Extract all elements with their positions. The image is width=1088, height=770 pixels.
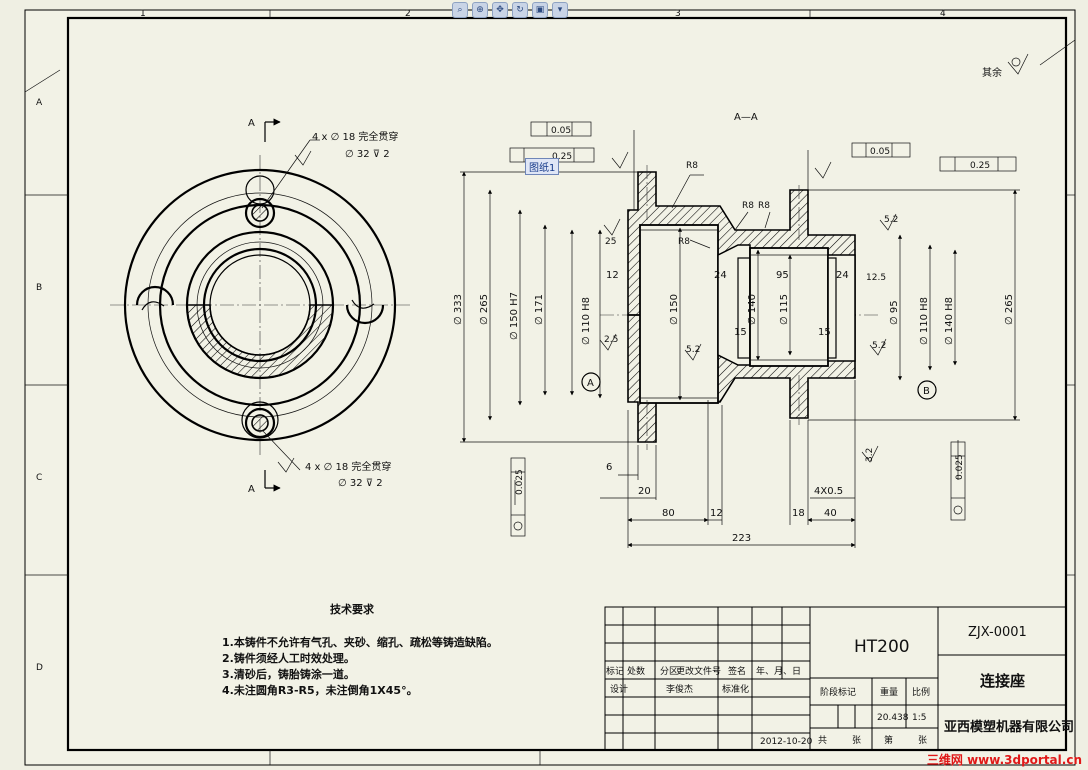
datum-b: B xyxy=(923,386,930,397)
hole-note-top-sub: ∅ 32 ⊽ 2 xyxy=(345,149,390,160)
zone-number-3: 3 xyxy=(675,9,681,19)
hole-note-bottom-sub: ∅ 32 ⊽ 2 xyxy=(338,478,383,489)
arrow-icon[interactable]: ▾ xyxy=(552,2,568,18)
part-name: 连接座 xyxy=(980,672,1025,690)
radius-4: R8 xyxy=(678,237,690,247)
section-label: A—A xyxy=(734,112,758,123)
zone-number-2: 2 xyxy=(405,9,411,19)
dia-150-h7: ∅ 150 H7 xyxy=(509,292,520,340)
dia-150: ∅ 150 xyxy=(669,294,680,325)
inner-dim-15-b: 15 xyxy=(818,327,831,338)
dia-265: ∅ 265 xyxy=(479,294,490,325)
radius-2: R8 xyxy=(742,201,754,211)
drawing-tag[interactable]: 图纸1 xyxy=(525,158,560,175)
zoom-area-icon[interactable]: ⊕ xyxy=(472,2,488,18)
rotate-icon[interactable]: ↻ xyxy=(512,2,528,18)
view-icon[interactable]: ▣ xyxy=(532,2,548,18)
inner-dim-24-b: 24 xyxy=(836,270,849,281)
sheet-no-unit: 张 xyxy=(918,735,927,746)
hole-note-top: 4 x ∅ 18 完全贯穿 xyxy=(312,130,398,143)
gdt-value-6: 0.025 xyxy=(955,454,965,480)
scale-value: 1:5 xyxy=(912,713,926,723)
gdt-value-5: 0.025 xyxy=(515,469,525,495)
zone-letter-a: A xyxy=(36,98,43,108)
drawing-date: 2012-10-20 xyxy=(760,737,813,747)
bottom-dim-6: 6 xyxy=(606,462,612,473)
zone-number-4: 4 xyxy=(940,9,946,19)
inner-dim-24-a: 24 xyxy=(714,270,727,281)
col-header-doc: 更改文件号 xyxy=(676,665,721,677)
dia-333: ∅ 333 xyxy=(453,294,464,325)
roughness-4: 12.5 xyxy=(866,273,886,283)
designer-name: 李俊杰 xyxy=(666,683,693,695)
col-header-count: 处数 xyxy=(627,665,645,677)
view-toolbar: ⌕ ⊕ ✥ ↻ ▣ ▾ xyxy=(452,2,568,18)
zone-letter-c: C xyxy=(36,473,42,483)
section-mark-top: A xyxy=(248,118,255,129)
dia-265-right: ∅ 265 xyxy=(1004,294,1015,325)
datum-a: A xyxy=(587,378,594,389)
radius-1: R8 xyxy=(686,161,698,171)
tech-item-1: 1.本铸件不允许有气孔、夹砂、缩孔、疏松等铸造缺陷。 xyxy=(222,635,498,649)
sheet-total-label: 共 xyxy=(818,735,827,746)
radius-3: R8 xyxy=(758,201,770,211)
col-header-mark: 标记 xyxy=(606,665,624,677)
weight-label: 重量 xyxy=(880,686,898,698)
drawing-code: ZJX-0001 xyxy=(968,625,1027,640)
col-header-sign: 签名 xyxy=(728,665,746,677)
tech-title: 技术要求 xyxy=(330,602,375,616)
dia-140: ∅ 140 xyxy=(747,294,758,325)
bottom-dim-18: 18 xyxy=(792,508,805,519)
weight-value: 20.438 xyxy=(877,713,909,723)
bottom-dim-223: 223 xyxy=(732,533,751,544)
zoom-fit-icon[interactable]: ⌕ xyxy=(452,2,468,18)
standard-label: 标准化 xyxy=(722,683,749,695)
designer-label: 设计 xyxy=(610,683,628,695)
tech-item-2: 2.铸件须经人工时效处理。 xyxy=(222,651,355,665)
bottom-dim-80: 80 xyxy=(662,508,675,519)
dia-95: ∅ 95 xyxy=(889,300,900,325)
roughness-3: 5.2 xyxy=(884,215,898,225)
dia-110-h8-right: ∅ 110 H8 xyxy=(919,297,930,345)
inner-dim-15-a: 15 xyxy=(734,327,747,338)
inner-dim-12: 12 xyxy=(606,270,619,281)
pan-icon[interactable]: ✥ xyxy=(492,2,508,18)
dia-115: ∅ 115 xyxy=(779,294,790,325)
section-mark-bottom: A xyxy=(248,484,255,495)
watermark: 三维网 www.3dportal.cn xyxy=(926,753,1082,767)
roughness-7: 3.2 xyxy=(865,448,875,462)
scale-label: 比例 xyxy=(912,686,930,698)
tech-item-4: 4.未注圆角R3-R5，未注倒角1X45°。 xyxy=(222,683,418,697)
bottom-dim-40: 40 xyxy=(824,508,837,519)
zone-letter-d: D xyxy=(36,663,43,673)
drawing-canvas: A B C D 1 2 3 4 A A 4 x ∅ 18 完全贯穿 ∅ 32 ⊽… xyxy=(0,0,1088,770)
dia-110-h8: ∅ 110 H8 xyxy=(581,297,592,345)
bottom-dim-chamfer: 4X0.5 xyxy=(814,486,843,497)
roughness-5: 5.2 xyxy=(872,341,886,351)
hole-note-bottom: 4 x ∅ 18 完全贯穿 xyxy=(305,460,391,473)
roughness-2: 2.5 xyxy=(604,335,618,345)
engineering-drawing: A B C D 1 2 3 4 A A 4 x ∅ 18 完全贯穿 ∅ 32 ⊽… xyxy=(24,9,1076,766)
sheet-no-label: 第 xyxy=(884,734,893,746)
tech-item-3: 3.清砂后，铸胎铸涂一道。 xyxy=(222,667,355,681)
zone-letter-b: B xyxy=(36,283,42,293)
dia-140-h8: ∅ 140 H8 xyxy=(944,297,955,345)
gdt-value-4: 0.25 xyxy=(970,161,990,171)
col-header-date: 年、月、日 xyxy=(756,665,801,677)
surface-rest-label: 其余 xyxy=(982,66,1002,79)
inner-dim-95: 95 xyxy=(776,270,789,281)
bottom-dim-12: 12 xyxy=(710,508,723,519)
sheet-outer-border xyxy=(24,9,1076,766)
roughness-6: 5.2 xyxy=(686,345,700,355)
bottom-dim-20: 20 xyxy=(638,486,651,497)
stage-label: 阶段标记 xyxy=(820,686,856,698)
material-label: HT200 xyxy=(854,637,910,657)
gdt-value-1: 0.05 xyxy=(551,126,571,136)
zone-number-1: 1 xyxy=(140,9,146,19)
roughness-1: 25 xyxy=(605,237,616,247)
gdt-value-3: 0.05 xyxy=(870,147,890,157)
sheet-total-unit: 张 xyxy=(852,735,861,746)
dia-171: ∅ 171 xyxy=(534,294,545,325)
company-name: 亚西模塑机器有限公司 xyxy=(944,719,1074,735)
